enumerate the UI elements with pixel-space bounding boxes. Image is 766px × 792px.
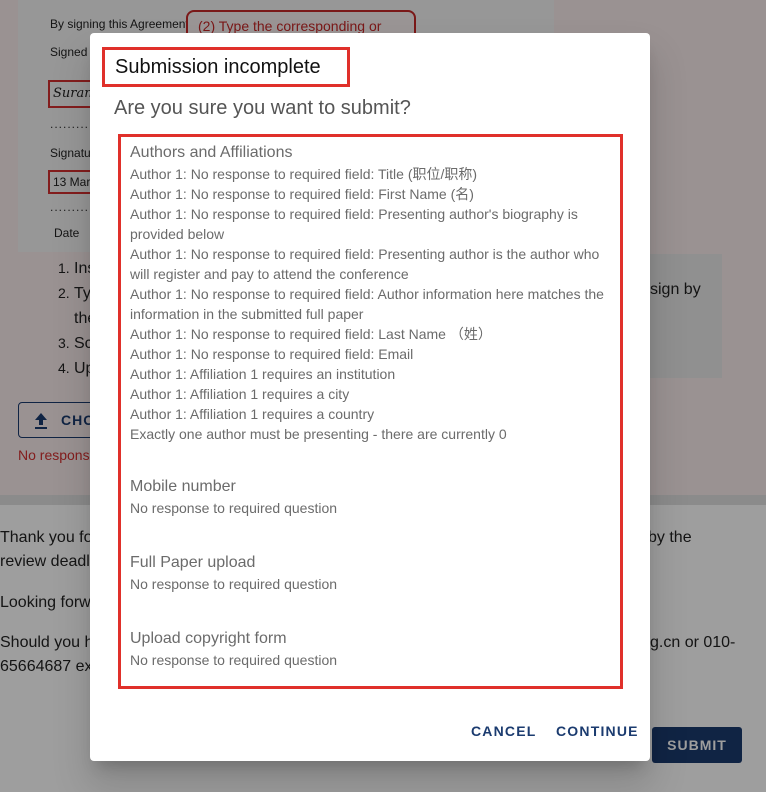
issue-item: Exactly one author must be presenting - … (130, 426, 507, 442)
issues-list: Authors and Affiliations Author 1: No re… (118, 134, 623, 689)
section-heading-mobile: Mobile number (130, 478, 236, 495)
section-heading-authors: Authors and Affiliations (130, 144, 293, 161)
continue-button[interactable]: CONTINUE (556, 723, 639, 739)
issue-item: Author 1: Affiliation 1 requires an inst… (130, 366, 396, 382)
issue-item: Author 1: No response to required field:… (130, 206, 578, 242)
cancel-button[interactable]: CANCEL (471, 723, 537, 739)
issue-item: Author 1: Affiliation 1 requires a count… (130, 406, 375, 422)
issue-item: No response to required question (130, 652, 338, 668)
issue-item: Author 1: No response to required field:… (130, 166, 478, 182)
section-heading-copyright: Upload copyright form (130, 630, 287, 647)
issue-item: Author 1: No response to required field:… (130, 286, 604, 322)
issue-item: Author 1: Affiliation 1 requires a city (130, 386, 350, 402)
dialog-title: Submission incomplete (102, 47, 350, 87)
dialog-subtitle: Are you sure you want to submit? (114, 97, 411, 119)
issue-item: Author 1: No response to required field:… (130, 346, 414, 362)
issue-item: Author 1: No response to required field:… (130, 186, 474, 202)
issue-item: Author 1: No response to required field:… (130, 326, 492, 342)
submission-incomplete-dialog: Submission incomplete Are you sure you w… (90, 33, 650, 761)
section-heading-full-paper: Full Paper upload (130, 554, 256, 571)
issue-item: No response to required question (130, 500, 338, 516)
issue-item: Author 1: No response to required field:… (130, 246, 600, 282)
issue-item: No response to required question (130, 576, 338, 592)
